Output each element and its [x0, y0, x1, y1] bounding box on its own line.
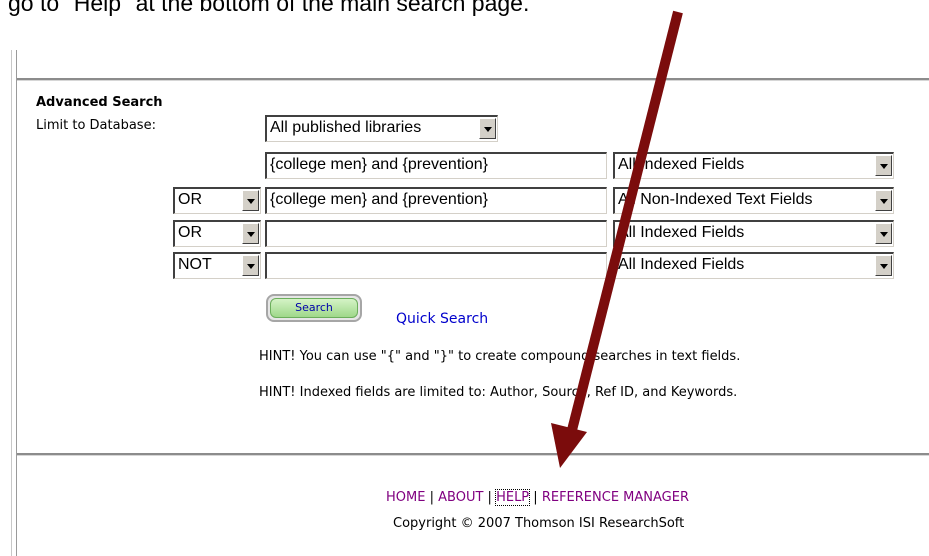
arrow-shaft	[565, 10, 683, 440]
annotation-arrow	[551, 10, 683, 468]
arrow-head	[551, 423, 587, 468]
